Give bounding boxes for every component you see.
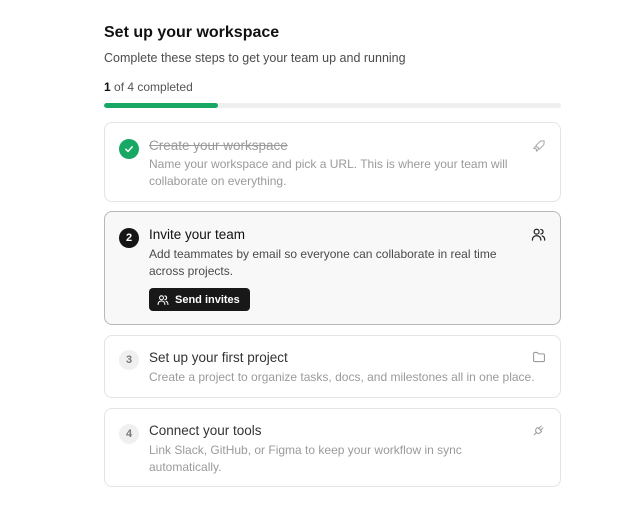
step-description: Create a project to organize tasks, docs… xyxy=(149,370,535,384)
step-title: Invite your team xyxy=(149,227,246,242)
onboarding-panel: Set up your workspace Complete these ste… xyxy=(104,22,561,108)
step-title: Connect your tools xyxy=(149,423,262,438)
plug-icon xyxy=(533,425,544,436)
step-title: Set up your first project xyxy=(149,350,288,365)
progress-bar xyxy=(104,103,561,108)
progress-count: 1 xyxy=(104,80,111,94)
step-title: Create your workspace xyxy=(149,138,288,153)
page-title: Set up your workspace xyxy=(104,24,280,41)
step-card-first-project[interactable]: 3 Set up your first project Create a pro… xyxy=(104,335,561,398)
send-invites-button[interactable]: Send invites xyxy=(149,288,250,311)
step-card-invite-team[interactable]: 2 Invite your team Add teammates by emai… xyxy=(104,211,561,325)
step-description: Name your workspace and pick a URL. This… xyxy=(149,157,508,188)
step-complete-badge xyxy=(119,139,139,159)
step-number-badge: 2 xyxy=(119,228,139,248)
send-invites-label: Send invites xyxy=(175,293,240,306)
step-number-badge: 4 xyxy=(119,424,139,444)
step-card-create-workspace[interactable]: Create your workspace Name your workspac… xyxy=(104,122,561,202)
step-number-badge: 3 xyxy=(119,350,139,370)
progress-label: 1 of 4 completed xyxy=(104,79,561,95)
progress-bar-fill xyxy=(104,103,219,108)
page-subtitle: Complete these steps to get your team up… xyxy=(104,51,406,65)
folder-icon xyxy=(533,351,545,363)
rocket-icon xyxy=(533,140,545,152)
check-icon xyxy=(125,146,133,153)
step-description: Add teammates by email so everyone can c… xyxy=(149,247,497,278)
step-description: Link Slack, GitHub, or Figma to keep you… xyxy=(149,443,462,474)
users-icon xyxy=(157,294,169,305)
step-card-connect-tools[interactable]: 4 Connect your tools Link Slack, GitHub,… xyxy=(104,408,561,487)
users-icon xyxy=(531,228,546,241)
progress-suffix: of 4 completed xyxy=(110,80,193,94)
